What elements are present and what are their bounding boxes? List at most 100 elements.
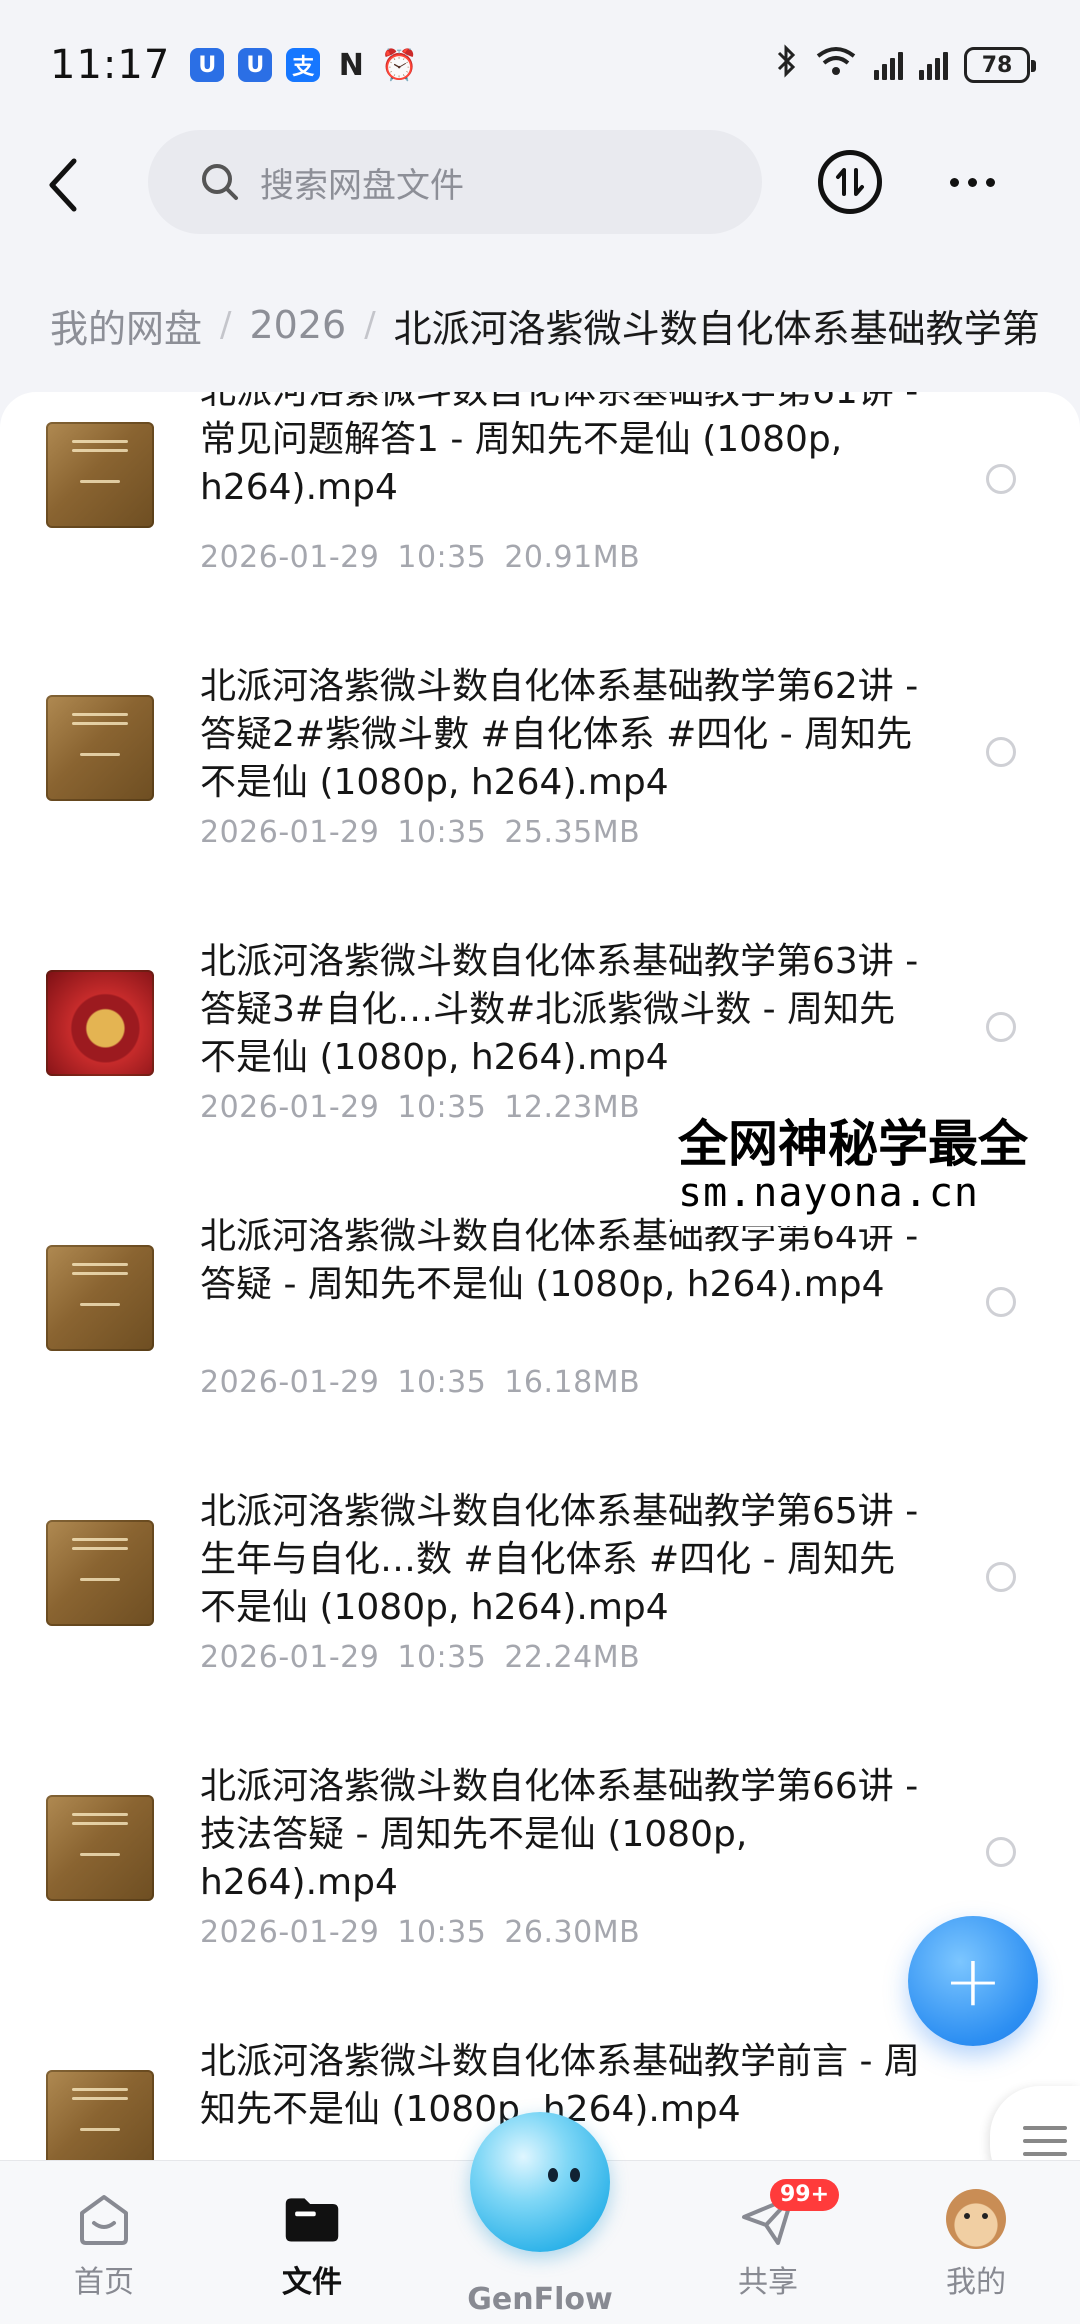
signal-icon [919, 50, 948, 80]
bluetooth-icon [776, 44, 798, 86]
select-checkbox[interactable] [986, 1562, 1016, 1592]
watermark-url: sm.nayona.cn [678, 1170, 979, 1216]
file-meta: 2026-01-29 10:35 25.35MB [200, 815, 658, 850]
chevron-left-icon [49, 158, 77, 212]
file-item[interactable]: 北派河洛紫微斗数自化体系基础教学第62讲 - 答疑2#紫微斗數 #自化体系 #四… [0, 653, 1080, 928]
video-thumbnail [46, 970, 154, 1076]
search-placeholder: 搜索网盘文件 [260, 165, 464, 206]
breadcrumb-item-current: 北派河洛紫微斗数自化体系基础教学第 [393, 306, 1040, 351]
thumbnail-text-line [72, 449, 128, 452]
thumbnail-text-line [72, 1538, 128, 1541]
back-button[interactable] [38, 150, 88, 220]
select-checkbox[interactable] [986, 1012, 1016, 1042]
thumbnail-text-line [72, 713, 128, 716]
alipay-icon: 支 [286, 48, 321, 82]
file-meta: 2026-01-29 10:35 22.24MB [200, 1640, 658, 1675]
thumbnail-text-line [80, 2128, 120, 2131]
file-size: 25.35MB [504, 815, 641, 850]
file-date: 2026-01-29 [200, 1915, 380, 1950]
file-item[interactable]: 北派河洛紫微斗数自化体系基础教学第65讲 - 生年与自化…数 #自化体系 #四化… [0, 1478, 1080, 1753]
status-time: 11:17 [50, 42, 171, 88]
file-time: 10:35 [397, 1090, 487, 1125]
thumbnail-text-line [80, 753, 120, 756]
app-u-icon: U [190, 48, 225, 82]
header: 搜索网盘文件 [0, 130, 1080, 240]
file-item[interactable]: 北派河洛紫微斗数自化体系基础教学第61讲 - 常见问题解答1 - 周知先不是仙 … [0, 392, 1080, 653]
file-time: 10:35 [397, 1365, 487, 1400]
more-options-button[interactable] [940, 150, 1004, 214]
home-icon [74, 2191, 134, 2247]
thumbnail-text-line [72, 440, 128, 443]
signal-icon [874, 50, 903, 80]
video-thumbnail [46, 422, 154, 528]
sort-arrows-icon [836, 168, 864, 196]
nav-item-mine[interactable]: 我的 [896, 2189, 1056, 2311]
paper-plane-icon: 99+ [738, 2179, 840, 2247]
app-u-icon: U [238, 48, 273, 82]
file-date: 2026-01-29 [200, 1640, 380, 1675]
nav-label-genflow: GenFlow [467, 2282, 613, 2317]
file-item[interactable]: 北派河洛紫微斗数自化体系基础教学第64讲 - 答疑 - 周知先不是仙 (1080… [0, 1203, 1080, 1478]
breadcrumb-item-2026[interactable]: 2026 [249, 303, 346, 347]
thumbnail-text-line [72, 1547, 128, 1550]
thumbnail-text-line [80, 1303, 120, 1306]
file-date: 2026-01-29 [200, 540, 380, 575]
file-size: 16.18MB [504, 1365, 641, 1400]
file-title: 北派河洛紫微斗数自化体系基础教学第64讲 - 答疑 - 周知先不是仙 (1080… [200, 1216, 919, 1305]
avatar-image [946, 2189, 1006, 2249]
video-thumbnail [46, 1795, 154, 1901]
nav-label-mine: 我的 [946, 2265, 1006, 2300]
thumbnail-text-line [72, 1272, 128, 1275]
file-size: 26.30MB [504, 1915, 641, 1950]
status-right: 78 [776, 44, 1036, 86]
file-title: 北派河洛紫微斗数自化体系基础教学第61讲 - 常见问题解答1 - 周知先不是仙 … [200, 392, 918, 508]
wifi-icon [814, 44, 858, 86]
file-time: 10:35 [397, 1915, 487, 1950]
breadcrumb-item-my-disk[interactable]: 我的网盘 [50, 298, 202, 353]
thumbnail-text-line [72, 722, 128, 725]
file-meta: 2026-01-29 10:35 26.30MB [200, 1915, 658, 1950]
nav-item-files[interactable]: 文件 [232, 2191, 392, 2311]
thumbnail-text-line [80, 1853, 120, 1856]
menu-line [1023, 2126, 1067, 2130]
select-checkbox[interactable] [986, 464, 1016, 494]
search-input[interactable]: 搜索网盘文件 [148, 130, 762, 234]
file-size: 22.24MB [504, 1640, 641, 1675]
file-title: 北派河洛紫微斗数自化体系基础教学第66讲 - 技法答疑 - 周知先不是仙 (10… [200, 1766, 919, 1903]
alarm-icon: ⏰ [380, 47, 418, 83]
select-checkbox[interactable] [986, 1837, 1016, 1867]
nfc-icon: N [338, 47, 364, 83]
nav-label-files: 文件 [282, 2265, 342, 2300]
file-meta: 2026-01-29 10:35 16.18MB [200, 1365, 658, 1400]
file-date: 2026-01-29 [200, 1365, 380, 1400]
nav-label-home: 首页 [74, 2265, 134, 2300]
video-thumbnail [46, 1245, 154, 1351]
more-dot [985, 177, 995, 187]
nav-item-share[interactable]: 99+ 共享 [688, 2179, 848, 2311]
share-badge: 99+ [770, 2179, 840, 2211]
plus-icon: + [943, 1940, 1003, 2022]
file-time: 10:35 [397, 1640, 487, 1675]
status-left: 11:17 U U 支 N ⏰ [50, 42, 418, 88]
select-checkbox[interactable] [986, 737, 1016, 767]
more-dot [949, 177, 959, 187]
thumbnail-text-line [72, 1813, 128, 1816]
watermark-overlay: 全网神秘学最全 sm.nayona.cn [672, 1096, 1080, 1226]
orb-eye [548, 2168, 558, 2182]
file-date: 2026-01-29 [200, 1090, 380, 1125]
thumbnail-text-line [80, 480, 120, 483]
avatar [946, 2189, 1006, 2249]
nav-label-share: 共享 [738, 2265, 798, 2300]
video-thumbnail [46, 1520, 154, 1626]
nav-item-home[interactable]: 首页 [24, 2191, 184, 2311]
add-button[interactable]: + [908, 1916, 1038, 2046]
file-title: 北派河洛紫微斗数自化体系基础教学第65讲 - 生年与自化…数 #自化体系 #四化… [200, 1491, 919, 1628]
genflow-button[interactable] [470, 2112, 610, 2252]
file-size: 20.91MB [504, 540, 641, 575]
file-meta: 2026-01-29 10:35 20.91MB [200, 540, 658, 575]
sort-button[interactable] [818, 150, 882, 214]
file-size: 12.23MB [504, 1090, 641, 1125]
file-title: 北派河洛紫微斗数自化体系基础教学第62讲 - 答疑2#紫微斗數 #自化体系 #四… [200, 666, 919, 803]
battery-icon: 78 [964, 47, 1036, 83]
select-checkbox[interactable] [986, 1287, 1016, 1317]
